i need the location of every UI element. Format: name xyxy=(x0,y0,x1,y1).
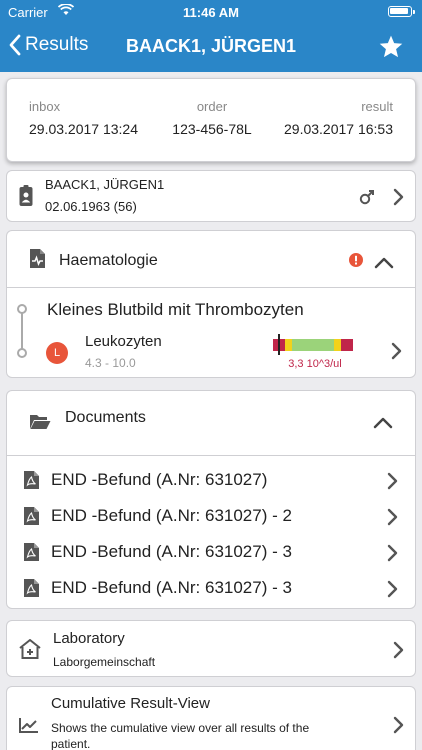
document-label: END -Befund (A.Nr: 631027) xyxy=(51,470,268,489)
result-value: 29.03.2017 16:53 xyxy=(284,121,393,137)
haematology-section-header[interactable]: Haematologie xyxy=(6,230,416,287)
patient-name: BAACK1, JÜRGEN1 xyxy=(45,177,165,192)
laboratory-title: Laboratory xyxy=(53,630,125,647)
pdf-icon xyxy=(24,579,39,597)
navigation-bar: Carrier 11:46 AM Results BAACK1, JÜRGEN1 xyxy=(0,0,422,72)
status-bar: Carrier 11:46 AM xyxy=(0,0,422,26)
value-marker xyxy=(277,334,280,355)
timeline-dot xyxy=(17,304,27,314)
document-label: END -Befund (A.Nr: 631027) - 3 xyxy=(51,542,292,561)
patient-dob: 02.06.1963 (56) xyxy=(45,199,137,214)
chevron-up-icon[interactable] xyxy=(373,417,393,429)
result-column: result 29.03.2017 16:53 xyxy=(284,99,393,137)
timeline-dot xyxy=(17,348,27,358)
laboratory-card[interactable]: Laboratory Laborgemeinschaft xyxy=(6,620,416,677)
documents-section-header[interactable]: Documents xyxy=(6,390,416,455)
low-flag-badge: L xyxy=(46,342,68,364)
chevron-right-icon xyxy=(393,188,404,206)
document-row[interactable]: END -Befund (A.Nr: 631027) xyxy=(7,462,417,498)
chevron-right-icon xyxy=(393,641,404,659)
range-bar xyxy=(273,339,353,351)
clock: 11:46 AM xyxy=(183,5,239,20)
cumulative-view-card[interactable]: Cumulative Result-View Shows the cumulat… xyxy=(6,686,416,750)
folder-icon xyxy=(30,415,51,429)
chevron-up-icon[interactable] xyxy=(374,257,394,269)
heart-document-icon xyxy=(30,249,45,268)
male-icon xyxy=(359,190,374,205)
test-name: Kleines Blutbild mit Thrombozyten xyxy=(47,300,304,319)
page-title: BAACK1, JÜRGEN1 xyxy=(125,36,297,56)
document-row[interactable]: END -Befund (A.Nr: 631027) - 3 xyxy=(7,570,417,606)
pdf-icon xyxy=(24,543,39,561)
chevron-right-icon xyxy=(387,544,398,562)
chevron-right-icon xyxy=(387,580,398,598)
documents-title: Documents xyxy=(65,409,146,426)
documents-list: END -Befund (A.Nr: 631027) END -Befund (… xyxy=(6,455,416,609)
cumulative-title: Cumulative Result-View xyxy=(51,695,210,712)
document-label: END -Befund (A.Nr: 631027) - 2 xyxy=(51,506,292,525)
trend-chart-icon xyxy=(19,718,38,733)
chevron-right-icon xyxy=(387,508,398,526)
chevron-right-icon xyxy=(393,716,404,734)
id-card-icon xyxy=(19,185,33,206)
pdf-icon xyxy=(24,507,39,525)
result-value-text: 3,3 10^3/ul xyxy=(288,358,342,370)
alert-icon xyxy=(349,253,363,267)
battery-icon xyxy=(388,6,415,17)
patient-card[interactable]: BAACK1, JÜRGEN1 02.06.1963 (56) xyxy=(6,170,416,222)
pdf-icon xyxy=(24,471,39,489)
document-row[interactable]: END -Befund (A.Nr: 631027) - 3 xyxy=(7,534,417,570)
result-label: result xyxy=(361,99,393,114)
parameter-name: Leukozyten xyxy=(85,333,162,350)
chevron-right-icon xyxy=(391,342,402,360)
cumulative-subtitle: Shows the cumulative view over all resul… xyxy=(51,721,310,750)
chevron-right-icon xyxy=(387,472,398,490)
laboratory-subtitle: Laborgemeinschaft xyxy=(53,655,156,669)
order-summary-card: inbox 29.03.2017 13:24 order 123-456-78L… xyxy=(6,78,416,162)
document-row[interactable]: END -Befund (A.Nr: 631027) - 2 xyxy=(7,498,417,534)
laboratory-house-icon xyxy=(19,639,41,659)
reference-range: 4.3 - 10.0 xyxy=(85,356,136,370)
star-icon[interactable] xyxy=(378,34,404,60)
haematology-title: Haematologie xyxy=(59,252,158,269)
document-label: END -Befund (A.Nr: 631027) - 3 xyxy=(51,578,292,597)
haematology-result-group[interactable]: Kleines Blutbild mit Thrombozyten L Leuk… xyxy=(6,287,416,378)
